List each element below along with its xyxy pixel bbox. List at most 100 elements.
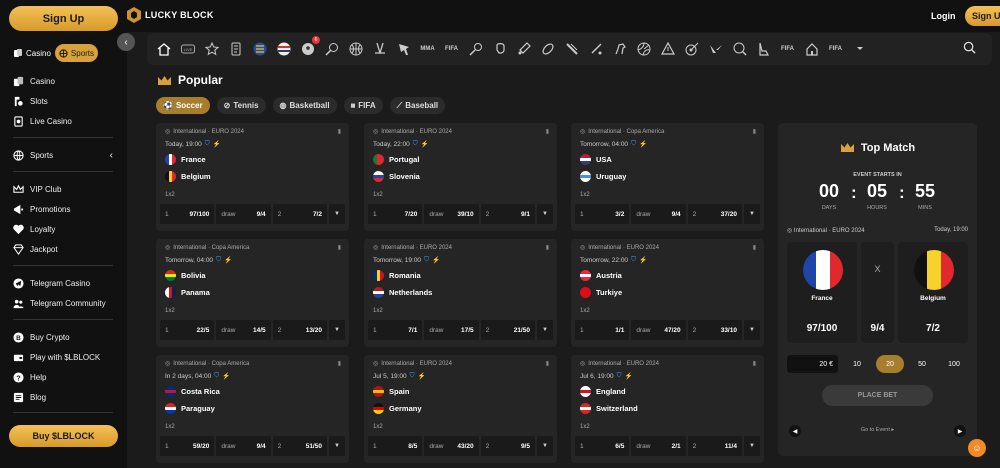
odds-draw-button[interactable]: draw 47/20 xyxy=(631,320,686,340)
odds-away-button[interactable]: 2 13/20 xyxy=(272,320,327,340)
cycling-icon[interactable] xyxy=(755,41,772,58)
tab-tennis[interactable]: ⊘ Tennis xyxy=(216,97,266,114)
stats-bar-icon[interactable]: ▮ xyxy=(338,360,341,367)
match-card[interactable]: ◎ International · EURO 2024 Tomorrow, 22:… xyxy=(571,239,764,347)
fifa-volta-icon[interactable]: FIFA xyxy=(779,41,796,58)
stats-bar-icon[interactable]: ▮ xyxy=(546,360,549,367)
more-markets-button[interactable]: ▼ xyxy=(743,436,760,456)
odds-home-button[interactable]: 1 3/2 xyxy=(575,204,630,224)
odds-away-button[interactable]: 2 7/2 xyxy=(272,204,327,224)
odds-home-button[interactable]: 1 97/100 xyxy=(160,204,215,224)
sidebar-item-buy-crypto[interactable]: B Buy Crypto xyxy=(13,330,113,344)
login-button[interactable]: Login xyxy=(931,11,956,21)
sidebar-item-live-casino[interactable]: Live Casino xyxy=(13,114,113,128)
betslip-icon[interactable] xyxy=(227,41,244,58)
stake-option-100[interactable]: 100 xyxy=(940,355,968,373)
stats-bar-icon[interactable]: ▮ xyxy=(546,128,549,135)
match-card[interactable]: ◎ International · EURO 2024 Today, 19:00 ⛉… xyxy=(156,123,349,231)
odds-draw-button[interactable]: draw 9/4 xyxy=(631,204,686,224)
match-card[interactable]: ◎ International · Copa America In 2 days,… xyxy=(156,355,349,463)
stake-option-20[interactable]: 20 xyxy=(876,355,904,373)
stats-bar-icon[interactable]: ▮ xyxy=(753,360,756,367)
odds-draw-button[interactable]: draw 9/4 xyxy=(216,436,271,456)
ice-hockey-icon[interactable] xyxy=(731,41,748,58)
fifa-penalty-icon[interactable]: FIFA xyxy=(827,41,844,58)
buy-lblock-button[interactable]: Buy $LBLOCK xyxy=(9,425,118,447)
euro-icon[interactable] xyxy=(251,41,268,58)
match-card[interactable]: ◎ International · EURO 2024 Jul 5, 19:00 ⛉… xyxy=(364,355,557,463)
odds-draw-button[interactable]: draw 2/1 xyxy=(631,436,686,456)
chevron-down-icon[interactable] xyxy=(851,41,868,58)
valorant-icon[interactable] xyxy=(707,41,724,58)
odds-draw-button[interactable]: draw 14/5 xyxy=(216,320,271,340)
basketball-icon[interactable] xyxy=(347,41,364,58)
stake-option-50[interactable]: 50 xyxy=(908,355,936,373)
match-card[interactable]: ◎ International · EURO 2024 Tomorrow, 19:… xyxy=(364,239,557,347)
odds-home-button[interactable]: 1 6/5 xyxy=(575,436,630,456)
match-card[interactable]: ◎ International · EURO 2024 Today, 22:00 ⛉… xyxy=(364,123,557,231)
odds-home-button[interactable]: 1 22/5 xyxy=(160,320,215,340)
more-markets-button[interactable]: ▼ xyxy=(536,436,553,456)
odds-draw-button[interactable]: draw 17/5 xyxy=(424,320,479,340)
odds-away-button[interactable]: 2 33/10 xyxy=(687,320,742,340)
fifa-icon[interactable]: FIFA xyxy=(443,41,460,58)
sidebar-item-promotions[interactable]: Promotions xyxy=(13,202,113,216)
hockey-icon[interactable] xyxy=(371,41,388,58)
copa-icon[interactable] xyxy=(275,41,292,58)
stats-bar-icon[interactable]: ▮ xyxy=(338,128,341,135)
odds-away-button[interactable]: 2 11/4 xyxy=(687,436,742,456)
stats-bar-icon[interactable]: ▮ xyxy=(753,128,756,135)
tennis-icon[interactable] xyxy=(323,41,340,58)
toggle-casino[interactable]: Casino xyxy=(9,44,55,62)
stake-option-10[interactable]: 10 xyxy=(844,355,870,373)
golf-icon[interactable] xyxy=(803,41,820,58)
next-match-button[interactable]: ▶ xyxy=(954,425,966,437)
odds-home-button[interactable]: 1 7/1 xyxy=(368,320,423,340)
darts-icon[interactable] xyxy=(683,41,700,58)
more-markets-button[interactable]: ▼ xyxy=(328,320,345,340)
more-markets-button[interactable]: ▼ xyxy=(743,204,760,224)
odds-draw-button[interactable]: draw 9/4 xyxy=(216,204,271,224)
odds-draw-button[interactable]: draw 39/10 xyxy=(424,204,479,224)
tab-baseball[interactable]: ⟋ Baseball xyxy=(389,97,446,114)
stake-input[interactable]: 20 € xyxy=(787,355,838,373)
american-football-icon[interactable] xyxy=(539,41,556,58)
top-match-away-button[interactable]: Belgium 7/2 xyxy=(898,242,968,343)
mma-icon[interactable]: MMA xyxy=(419,41,436,58)
stats-bar-icon[interactable]: ▮ xyxy=(753,244,756,251)
sidebar-item-play-lblock[interactable]: Play with $LBLOCK xyxy=(13,350,113,364)
home-icon[interactable] xyxy=(155,41,172,58)
sidebar-item-loyalty[interactable]: Loyalty xyxy=(13,222,113,236)
odds-away-button[interactable]: 2 9/5 xyxy=(480,436,535,456)
more-markets-button[interactable]: ▼ xyxy=(536,204,553,224)
odds-away-button[interactable]: 2 21/50 xyxy=(480,320,535,340)
sidebar-item-slots[interactable]: Slots xyxy=(13,94,113,108)
odds-home-button[interactable]: 1 59/20 xyxy=(160,436,215,456)
stats-bar-icon[interactable]: ▮ xyxy=(546,244,549,251)
odds-away-button[interactable]: 2 37/20 xyxy=(687,204,742,224)
place-bet-button[interactable]: PLACE BET xyxy=(822,385,933,406)
volleyball-icon[interactable] xyxy=(635,41,652,58)
table-tennis-icon[interactable] xyxy=(587,41,604,58)
match-card[interactable]: ◎ International · Copa America Tomorrow, … xyxy=(156,239,349,347)
search-icon[interactable] xyxy=(963,41,976,59)
match-card[interactable]: ◎ International · EURO 2024 Jul 6, 19:00 ⛉… xyxy=(571,355,764,463)
odds-away-button[interactable]: 2 9/1 xyxy=(480,204,535,224)
odds-home-button[interactable]: 1 1/1 xyxy=(575,320,630,340)
odds-home-button[interactable]: 1 8/5 xyxy=(368,436,423,456)
boxing-icon[interactable] xyxy=(491,41,508,58)
soccer-icon[interactable]: 6 xyxy=(299,35,320,58)
horse-racing-icon[interactable] xyxy=(611,41,628,58)
counter-strike-icon[interactable] xyxy=(659,41,676,58)
go-to-event-link[interactable]: Go to Event ▸ xyxy=(778,427,977,433)
esports-icon[interactable] xyxy=(395,41,412,58)
support-chat-button[interactable]: ☺ xyxy=(968,439,986,457)
logo[interactable]: LUCKY BLOCK xyxy=(127,7,214,23)
odds-away-button[interactable]: 2 51/50 xyxy=(272,436,327,456)
cricket-icon[interactable] xyxy=(515,41,532,58)
sidebar-item-sports[interactable]: Sports ‹ xyxy=(13,148,113,162)
more-markets-button[interactable]: ▼ xyxy=(536,320,553,340)
tab-fifa[interactable]: ▦ FIFA xyxy=(343,97,383,114)
sidebar-item-telegram-casino[interactable]: Telegram Casino xyxy=(13,276,113,290)
chevron-left-icon[interactable]: ‹ xyxy=(110,150,113,161)
